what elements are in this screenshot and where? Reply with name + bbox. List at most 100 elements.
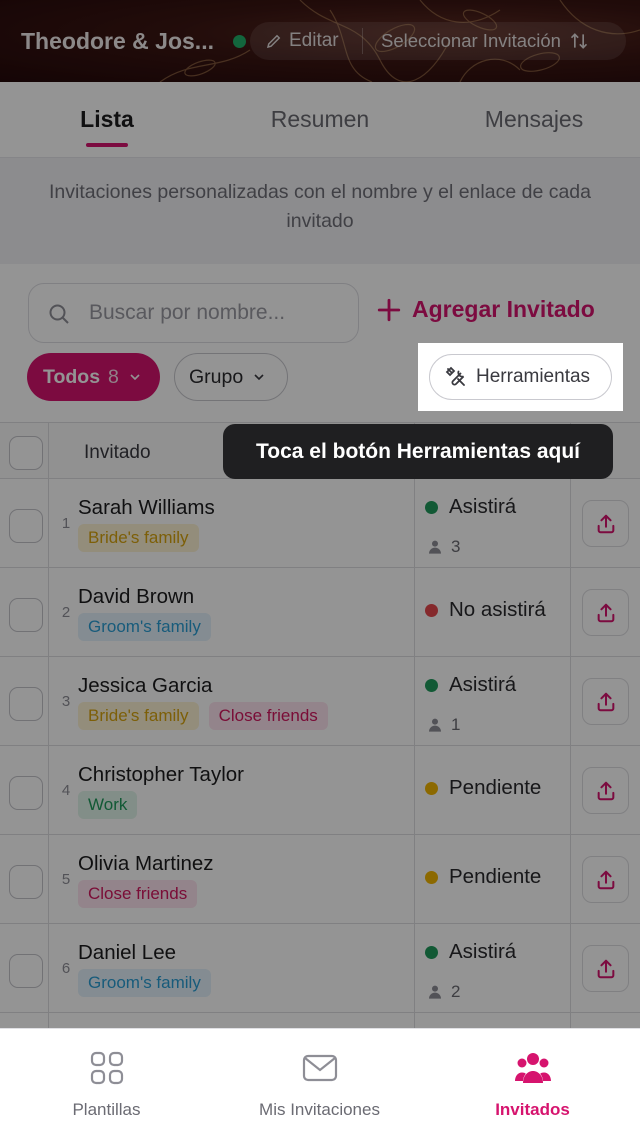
chevron-down-icon (130, 374, 140, 381)
status-label: Asistirá (449, 495, 517, 518)
app-header: Theodore & Jos... Editar Seleccionar Inv… (0, 0, 640, 82)
search-input[interactable] (89, 284, 349, 341)
filter-all-chip[interactable]: Todos 8 (27, 353, 160, 401)
share-invitation-button[interactable] (582, 767, 629, 814)
nav-invitados[interactable]: Invitados (426, 1049, 639, 1120)
status-dot (425, 870, 438, 884)
grid-icon (90, 1051, 123, 1085)
people-icon (514, 1053, 551, 1083)
share-invitation-button[interactable] (582, 856, 629, 903)
row-checkbox[interactable] (9, 598, 43, 632)
status-dot (425, 678, 438, 692)
rsvp-status: Pendiente (425, 865, 541, 889)
group-tag: Bride's family (78, 524, 199, 552)
guest-tags: Bride's family (78, 524, 199, 552)
tab-lista[interactable]: Lista (66, 106, 148, 133)
guest-name: Christopher Taylor (78, 763, 244, 786)
guest-name: Sarah Williams (78, 496, 215, 519)
filter-group-label: Grupo (189, 365, 244, 388)
tools-icon (445, 366, 465, 386)
tab-mensajes[interactable]: Mensajes (464, 106, 604, 133)
group-tag: Close friends (208, 702, 328, 730)
search-box[interactable] (28, 283, 359, 343)
edit-button[interactable]: Editar (265, 22, 339, 60)
edit-label: Editar (289, 30, 339, 51)
group-tag: Groom's family (78, 969, 211, 997)
share-invitation-button[interactable] (582, 945, 629, 992)
active-tab-indicator (86, 143, 128, 147)
status-label: No asistirá (449, 598, 546, 621)
guest-name: Olivia Martinez (78, 852, 214, 875)
rsvp-status: Asistirá (425, 495, 516, 519)
guest-name: Jessica Garcia (78, 674, 213, 697)
guest-tags: Work (78, 791, 138, 819)
select-invitation-label: Seleccionar Invitación (381, 30, 561, 51)
status-label: Pendiente (449, 776, 542, 799)
status-label: Pendiente (449, 865, 542, 888)
share-icon (597, 870, 614, 889)
filter-group-chip[interactable]: Grupo (174, 353, 288, 401)
envelope-icon (302, 1054, 337, 1082)
party-count: 1 (451, 715, 461, 734)
table-row[interactable]: 6 Daniel Lee Groom's family Asistirá 2 (0, 924, 640, 1013)
row-checkbox[interactable] (9, 687, 43, 721)
pill-divider (362, 28, 363, 54)
status-label: Asistirá (449, 940, 517, 963)
group-tag: Bride's family (78, 702, 199, 730)
group-tag: Groom's family (78, 613, 211, 641)
person-icon (429, 718, 441, 732)
party-size: 3 (427, 537, 460, 557)
nav-plantillas[interactable]: Plantillas (0, 1049, 213, 1120)
row-checkbox[interactable] (9, 509, 43, 543)
nav-mis-invitaciones-label: Mis Invitaciones (259, 1100, 380, 1119)
person-icon (429, 985, 441, 999)
table-row[interactable]: 3 Jessica Garcia Bride's family Close frien… (0, 657, 640, 746)
add-guest-button[interactable]: Agregar Invitado (376, 296, 595, 323)
nav-mis-invitaciones[interactable]: Mis Invitaciones (213, 1049, 426, 1120)
bottom-navigation: Plantillas Mis Invitaciones Invitados (0, 1028, 640, 1138)
row-number: 5 (61, 871, 71, 888)
select-invitation-button[interactable]: Seleccionar Invitación (381, 22, 589, 60)
column-header-guest: Invitado (84, 442, 151, 463)
guest-name: David Brown (78, 585, 195, 608)
share-icon (597, 514, 614, 533)
guest-tags: Close friends (78, 880, 198, 908)
row-checkbox[interactable] (9, 776, 43, 810)
party-count: 3 (451, 537, 461, 556)
share-invitation-button[interactable] (582, 678, 629, 725)
onboarding-tooltip: Toca el botón Herramientas aquí (223, 424, 613, 479)
search-icon (49, 304, 69, 324)
party-size: 1 (427, 715, 460, 735)
sort-arrows-icon (570, 33, 588, 49)
status-label: Asistirá (449, 673, 517, 696)
select-all-checkbox[interactable] (9, 436, 43, 470)
row-checkbox[interactable] (9, 954, 43, 988)
tools-button[interactable]: Herramientas (429, 354, 612, 400)
status-dot (425, 500, 438, 514)
pencil-icon (266, 34, 281, 49)
table-row[interactable]: 1 Sarah Williams Bride's family Asistirá 3 (0, 479, 640, 568)
table-row[interactable]: 4 Christopher Taylor Work Pendiente (0, 746, 640, 835)
add-guest-label: Agregar Invitado (412, 296, 595, 322)
row-number: 1 (61, 515, 71, 532)
guest-tags: Groom's family (78, 613, 211, 641)
share-icon (597, 959, 614, 978)
table-row[interactable]: 2 David Brown Groom's family No asistirá (0, 568, 640, 657)
banner-text: Invitaciones personalizadas con el nombr… (48, 181, 591, 232)
filter-all-count: 8 (108, 365, 119, 388)
party-size: 2 (427, 982, 460, 1002)
share-icon (597, 781, 614, 800)
share-invitation-button[interactable] (582, 589, 629, 636)
row-number: 4 (61, 782, 71, 799)
tab-resumen[interactable]: Resumen (250, 106, 390, 133)
row-checkbox[interactable] (9, 865, 43, 899)
overlay-right (623, 343, 640, 411)
person-icon (429, 540, 441, 554)
share-invitation-button[interactable] (582, 500, 629, 547)
row-number: 6 (61, 960, 71, 977)
share-icon (597, 692, 614, 711)
table-row[interactable]: 5 Olivia Martinez Close friends Pendiente (0, 835, 640, 924)
guest-tags: Groom's family (78, 969, 211, 997)
event-title[interactable]: Theodore & Jos... (21, 28, 214, 55)
group-tag: Close friends (78, 880, 198, 908)
